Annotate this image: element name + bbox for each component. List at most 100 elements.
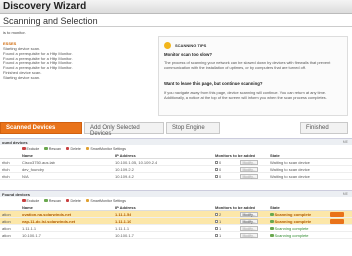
device-ip: 1.11.1.54 (115, 212, 132, 217)
complete-icon (270, 213, 274, 216)
checkbox[interactable] (215, 213, 218, 216)
smartmonitor-settings-action[interactable]: SmartMonitor Settings (85, 199, 126, 203)
table-row[interactable]: ation 1.11.1.1 1.11.1.1 1 Modify... Scan… (0, 225, 352, 232)
device-state: Scanning complete (270, 219, 311, 224)
tip-paragraph: The process of scanning your network can… (164, 60, 331, 70)
modify-button[interactable]: Modify... (240, 218, 258, 224)
device-ip: 10.109.2.2 (115, 167, 134, 172)
checkbox[interactable] (215, 234, 218, 237)
modify-button[interactable]: Modify... (240, 173, 258, 179)
table-row[interactable]: ation eap-11-dc.lsi.solarwinds.net 1.11.… (0, 218, 352, 225)
table-row[interactable]: ation ovation.na.solarwinds.net 1.11.1.5… (0, 211, 352, 218)
add-selected-button[interactable]: Add Only Selected Devices (84, 122, 164, 137)
delete-action[interactable]: Delete (65, 198, 81, 203)
checkbox[interactable] (215, 227, 218, 230)
col-monitors: Monitors to be added (215, 205, 256, 210)
device-state: Waiting to scan device (270, 160, 310, 165)
checkbox[interactable] (215, 168, 218, 171)
status-badge (330, 219, 344, 224)
lightbulb-icon (164, 41, 171, 49)
section-header: ound devices ME (0, 138, 352, 145)
smartmonitor-settings-action[interactable]: SmartMonitor Settings (85, 146, 126, 151)
device-name: Cisco3750.aus.lab (22, 160, 55, 165)
device-name: eap-11-dc.lsi.solarwinds.net (22, 219, 76, 224)
col-name: Name (22, 153, 33, 158)
delete-icon (65, 146, 70, 151)
checkbox[interactable] (215, 175, 218, 178)
instruction-text: is to monitor. (3, 30, 26, 35)
device-state: Scanning complete (270, 233, 309, 238)
col-name: Name (22, 205, 33, 210)
tips-label: SCANNING TIPS (175, 42, 207, 48)
settings-icon (85, 146, 90, 151)
table-row[interactable]: ritch N/A 10.109.4.2 0 Modify... Waiting… (0, 173, 352, 180)
monitor-count: 0 (215, 167, 221, 172)
device-state: Scanning complete (270, 212, 311, 217)
device-ip: 10.100.1.05, 10.109.2.4 (115, 160, 158, 165)
section-right-label: ME (342, 192, 348, 196)
device-type: ritch (2, 174, 10, 179)
device-ip: 10.100.1.7 (115, 233, 134, 238)
table-row[interactable]: ritch dev_foundry 10.109.2.2 0 Modify...… (0, 166, 352, 173)
row-actions: Exclude Rescan Delete SmartMonitor Setti… (0, 145, 352, 152)
device-name: ovation.na.solarwinds.net (22, 212, 72, 217)
device-name: 1.11.1.1 (22, 226, 37, 231)
section-header: Found devices ME (0, 190, 352, 197)
table-header: Name IP Address Monitors to be added Sta… (0, 204, 352, 211)
scanning-tips-panel: SCANNING TIPS Monitor scan too slow? The… (158, 36, 348, 116)
scanned-devices-tab[interactable]: Scanned Devices (0, 122, 82, 134)
table-header: Name IP Address Monitors to be added Sta… (0, 152, 352, 159)
tips-header: SCANNING TIPS (164, 41, 206, 49)
device-name: dev_foundry (22, 167, 45, 172)
modify-button[interactable]: Modify... (240, 232, 258, 238)
stop-engine-button[interactable]: Stop Engine (166, 122, 220, 134)
action-toolbar: Scanned Devices Add Only Selected Device… (0, 120, 352, 137)
device-state: Waiting to scan device (270, 167, 310, 172)
device-name: N/A (22, 174, 29, 179)
sub-header: Scanning and Selection (0, 15, 352, 27)
rescan-icon (44, 198, 48, 203)
device-ip: 1.11.1.1 (115, 226, 130, 231)
monitor-count: 0 (215, 174, 221, 179)
window-title: Discovery Wizard (3, 1, 87, 12)
device-type: ation (2, 233, 11, 238)
monitor-count: 2 (215, 212, 221, 217)
checkbox[interactable] (215, 161, 218, 164)
delete-action[interactable]: Delete (65, 146, 81, 151)
device-name: 10.100.1.7 (22, 233, 41, 238)
col-state: State (270, 153, 280, 158)
col-monitors: Monitors to be added (215, 153, 256, 158)
exclude-icon (22, 146, 26, 151)
rescan-action[interactable]: Rescan (44, 199, 61, 203)
tip-paragraph: If you navigate away from this page, dev… (164, 90, 327, 100)
col-state: State (270, 205, 280, 210)
exclude-action[interactable]: Exclude (22, 199, 39, 203)
tip-question: Want to leave this page, but continue sc… (164, 81, 263, 86)
exclude-icon (22, 198, 26, 203)
exclude-action[interactable]: Exclude (22, 147, 39, 151)
modify-button[interactable]: Modify... (240, 166, 258, 172)
col-ip: IP Address (115, 205, 136, 210)
modify-button[interactable]: Modify... (240, 211, 258, 217)
device-ip: 1.11.1.10 (115, 219, 132, 224)
delete-icon (65, 198, 70, 203)
scan-status-pane: is to monitor. ESSES Starting device sca… (0, 28, 160, 118)
table-row[interactable]: ation 10.100.1.7 10.100.1.7 1 Modify... … (0, 232, 352, 239)
device-type: ation (2, 219, 11, 224)
rescan-action[interactable]: Rescan (44, 147, 61, 151)
device-type: ritch (2, 160, 10, 165)
device-type: ritch (2, 167, 10, 172)
checkbox[interactable] (215, 220, 218, 223)
log-line: Starting device scan. (3, 74, 41, 80)
finished-button[interactable]: Finished (300, 122, 348, 134)
device-state: Scanning complete (270, 226, 309, 231)
monitor-count: 1 (215, 233, 221, 238)
table-row[interactable]: ritch Cisco3750.aus.lab 10.100.1.05, 10.… (0, 159, 352, 166)
modify-button[interactable]: Modify... (240, 159, 258, 165)
col-ip: IP Address (115, 153, 136, 158)
complete-icon (270, 234, 274, 237)
modify-button[interactable]: Modify... (240, 225, 258, 231)
title-bar: Discovery Wizard (0, 0, 352, 14)
device-ip: 10.109.4.2 (115, 174, 134, 179)
monitor-count: 1 (215, 219, 221, 224)
